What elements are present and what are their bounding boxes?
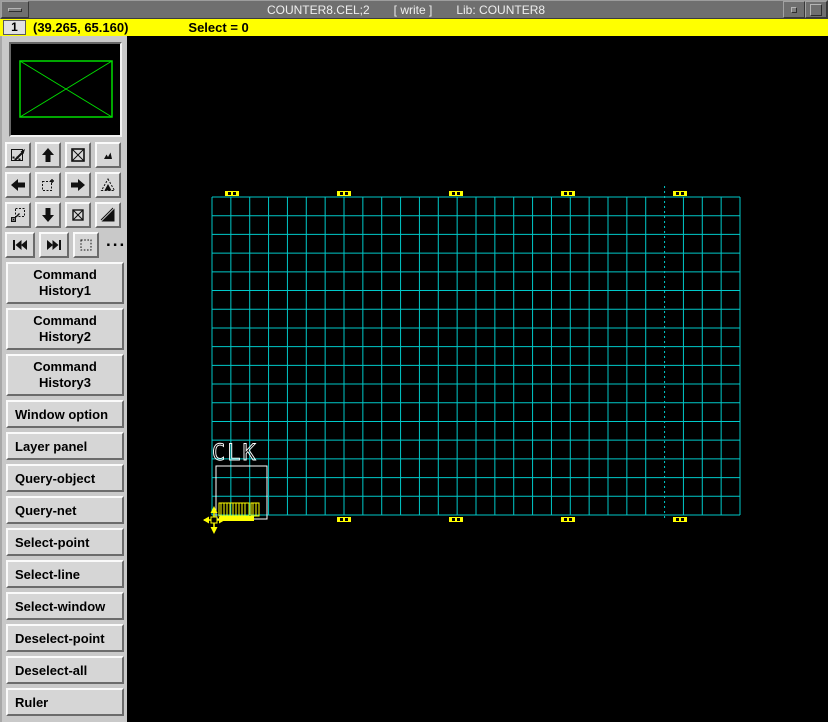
maximize-icon — [810, 3, 822, 16]
overview-panel[interactable] — [9, 42, 122, 137]
view-next-icon — [47, 240, 61, 250]
deselect-all-button[interactable]: Deselect-all — [6, 656, 124, 684]
redraw-button[interactable] — [5, 142, 31, 168]
redraw-corner-icon — [100, 207, 115, 222]
zoom-in-button[interactable] — [95, 172, 121, 198]
zoom-previous-button[interactable] — [5, 202, 31, 228]
status-bar: 1 (39.265, 65.160) Select = 0 — [0, 19, 828, 36]
window-number-badge: 1 — [3, 20, 26, 35]
view-tool-palette: ... — [5, 142, 126, 262]
zoom-area-small-icon — [104, 152, 112, 159]
pan-left-button[interactable] — [5, 172, 31, 198]
zoom-fit-button[interactable] — [65, 142, 91, 168]
clock-pin-hatch-outline2 — [250, 502, 260, 517]
pin[interactable] — [337, 517, 351, 522]
tool-sidebar: ... Command History1 Command History2 Co… — [0, 36, 127, 722]
redraw-icon — [11, 149, 25, 161]
zoom-fit-selected-button[interactable] — [65, 202, 91, 228]
crosshair-cursor-center — [210, 516, 218, 524]
redraw-corner-button[interactable] — [95, 202, 121, 228]
layout-drawing: CLK — [203, 186, 741, 534]
title-write-mode: [ write ] — [393, 2, 433, 17]
command-history1-button[interactable]: Command History1 — [6, 262, 124, 304]
pan-left-icon — [11, 179, 25, 191]
layout-editor-canvas[interactable]: CLK — [127, 36, 828, 722]
pin[interactable] — [337, 191, 351, 196]
select-point-button[interactable]: Select-point — [6, 528, 124, 556]
minimize-button[interactable] — [783, 1, 805, 18]
zoom-in-icon — [100, 177, 116, 191]
command-button-stack: Command History1 Command History2 Comman… — [6, 262, 124, 720]
zoom-previous-icon — [11, 208, 25, 222]
command-history2-button[interactable]: Command History2 — [6, 308, 124, 350]
query-net-button[interactable]: Query-net — [6, 496, 124, 524]
application-window: { "window": { "title_parts": { "cell": "… — [0, 0, 828, 722]
pan-up-icon — [42, 148, 54, 162]
pin[interactable] — [561, 191, 575, 196]
query-object-button[interactable]: Query-object — [6, 464, 124, 492]
pan-right-button[interactable] — [65, 172, 91, 198]
clock-pin-bar — [220, 516, 254, 521]
cursor-coordinates: (39.265, 65.160) — [33, 20, 129, 35]
pin[interactable] — [449, 191, 463, 196]
minimize-icon — [791, 6, 797, 13]
window-title: COUNTER8.CEL;2 [ write ] Lib: COUNTER8 — [29, 1, 783, 18]
view-first-button[interactable] — [5, 232, 35, 258]
layer-panel-button[interactable]: Layer panel — [6, 432, 124, 460]
cell-instance-label: CLK — [212, 441, 258, 466]
pan-down-icon — [42, 208, 54, 222]
pin[interactable] — [225, 191, 239, 196]
zoom-window-icon — [42, 179, 54, 191]
more-tools-button[interactable]: ... — [103, 232, 126, 252]
pin[interactable] — [673, 517, 687, 522]
window-menu-button[interactable] — [1, 1, 29, 18]
title-cell-name: COUNTER8.CEL;2 — [266, 2, 370, 17]
zoom-fit-selected-icon — [72, 209, 84, 221]
maximize-button[interactable] — [805, 1, 827, 18]
deselect-point-button[interactable]: Deselect-point — [6, 624, 124, 652]
window-titlebar[interactable]: COUNTER8.CEL;2 [ write ] Lib: COUNTER8 — [0, 0, 828, 19]
window-menu-icon — [8, 7, 22, 12]
pin[interactable] — [561, 517, 575, 522]
zoom-area-small-button[interactable] — [95, 142, 121, 168]
view-next-button[interactable] — [39, 232, 69, 258]
pan-right-icon — [71, 179, 85, 191]
pin[interactable] — [673, 191, 687, 196]
pan-down-button[interactable] — [35, 202, 61, 228]
overview-extent-graphic — [19, 60, 113, 118]
command-history3-button[interactable]: Command History3 — [6, 354, 124, 396]
select-box-button[interactable] — [73, 232, 99, 258]
selection-count: Select = 0 — [188, 20, 249, 35]
pan-up-button[interactable] — [35, 142, 61, 168]
window-option-button[interactable]: Window option — [6, 400, 124, 428]
title-library: Lib: COUNTER8 — [456, 2, 546, 17]
view-first-icon — [13, 240, 27, 250]
select-box-icon — [80, 239, 92, 251]
select-window-button[interactable]: Select-window — [6, 592, 124, 620]
zoom-window-button[interactable] — [35, 172, 61, 198]
pin[interactable] — [449, 517, 463, 522]
ruler-button[interactable]: Ruler — [6, 688, 124, 716]
zoom-fit-icon — [71, 148, 85, 162]
select-line-button[interactable]: Select-line — [6, 560, 124, 588]
